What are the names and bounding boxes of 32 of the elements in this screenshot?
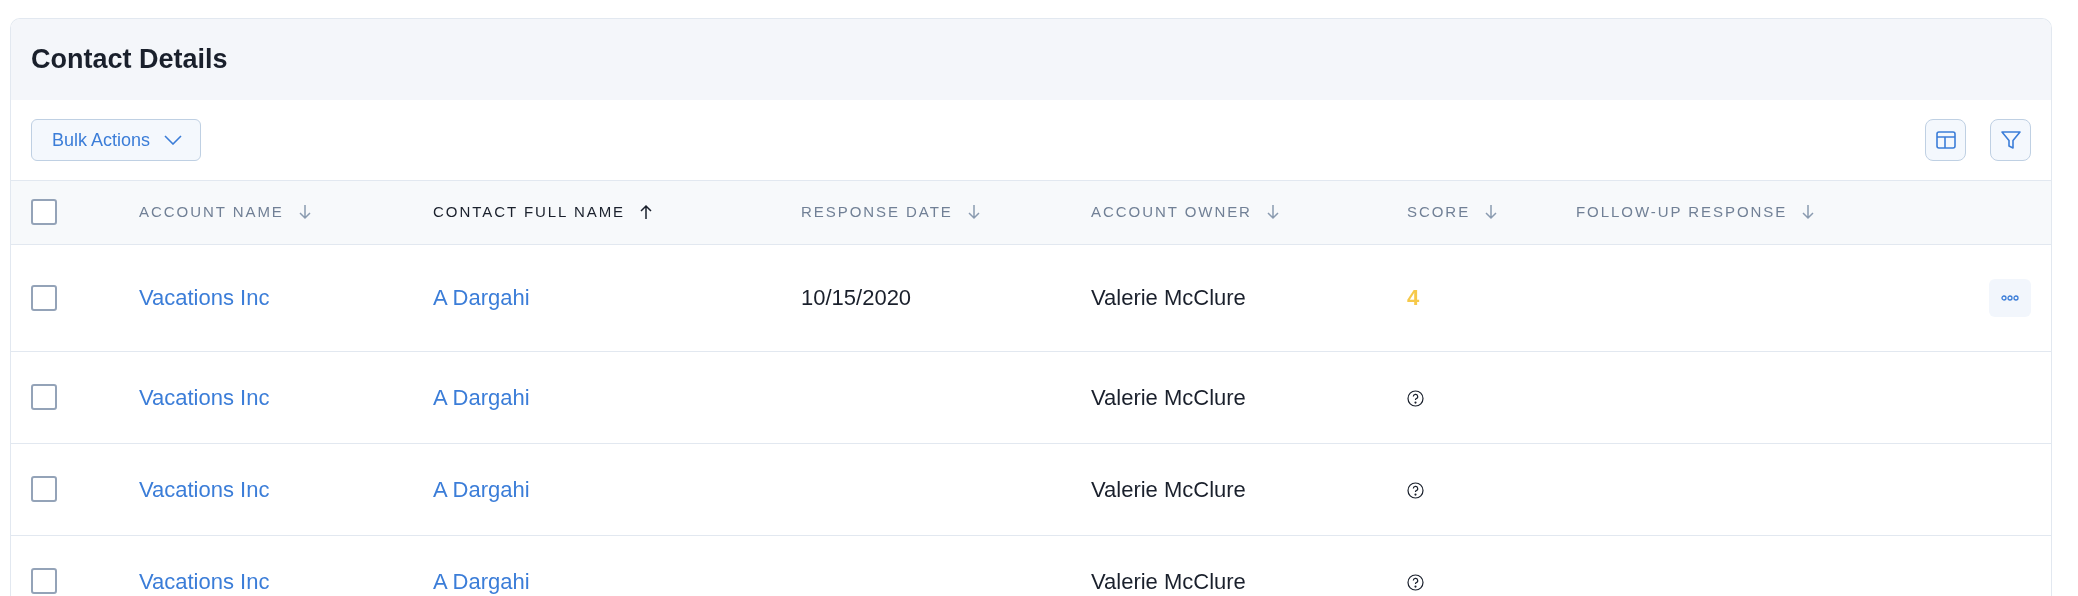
question-icon [1407,574,1424,592]
account-owner: Valerie McClure [1091,285,1246,310]
question-icon [1407,482,1424,500]
select-all-checkbox[interactable] [31,199,57,226]
page-title: Contact Details [31,43,228,76]
ellipsis-icon [2001,294,2019,301]
score-value: 4 [1407,285,1420,310]
row-checkbox[interactable] [31,384,57,410]
account-link[interactable]: Vacations Inc [139,568,270,594]
account-link[interactable]: Vacations Inc [139,384,270,410]
row-checkbox[interactable] [31,284,57,311]
account-owner: Valerie McClure [1091,476,1246,502]
bulk-actions-dropdown[interactable]: Bulk Actions [31,119,202,161]
column-header[interactable]: SCORE [1407,201,1499,224]
account-link[interactable]: Vacations Inc [139,285,270,310]
filter-button[interactable] [1990,119,2031,161]
row-checkbox[interactable] [31,476,57,502]
account-link[interactable]: Vacations Inc [139,476,270,502]
contact-link[interactable]: A Dargahi [433,476,530,502]
row-checkbox[interactable] [31,568,57,594]
question-icon [1407,390,1424,408]
chevron-down-icon [164,135,183,145]
response-date: 10/15/2020 [801,285,912,310]
contact-link[interactable]: A Dargahi [433,285,530,310]
layout-icon [1934,129,1957,151]
account-owner: Valerie McClure [1091,568,1246,594]
contact-link[interactable]: A Dargahi [433,568,530,594]
more-actions-button[interactable] [1989,278,2031,317]
account-owner: Valerie McClure [1091,384,1246,410]
filter-icon [1999,129,2022,151]
columns-layout-button[interactable] [1925,119,1966,161]
contact-link[interactable]: A Dargahi [433,384,530,410]
